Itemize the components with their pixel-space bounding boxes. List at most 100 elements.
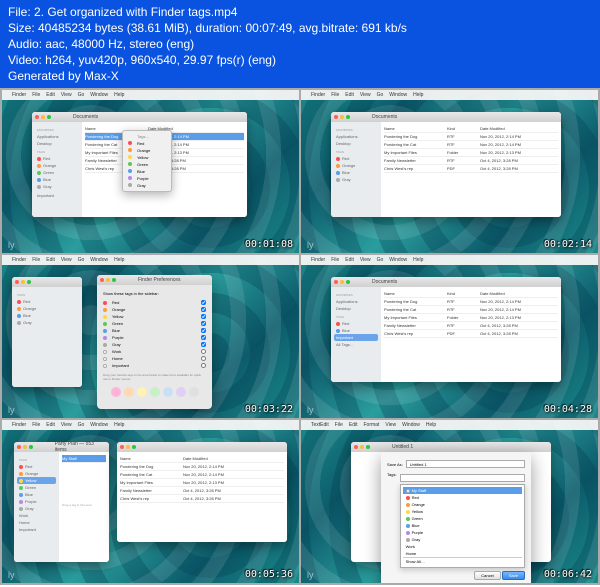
favorite-tags-well[interactable] [103,387,206,397]
zoom-icon[interactable] [346,115,350,119]
tag-icon[interactable] [111,387,121,397]
tag-checkbox-row[interactable]: Green [103,320,206,327]
minimize-icon[interactable] [340,280,344,284]
checkbox[interactable] [201,342,206,347]
close-icon[interactable] [354,445,358,449]
checkbox[interactable] [201,300,206,305]
minimize-icon[interactable] [126,445,130,449]
close-icon[interactable] [15,280,19,284]
checkbox[interactable] [201,335,206,340]
file-row[interactable]: My Staff [62,455,106,463]
close-icon[interactable] [35,115,39,119]
tag-icon[interactable] [176,387,186,397]
file-list[interactable]: NameDate Modified Pondering the DogNov 2… [117,452,287,542]
column-headers[interactable]: NameDate Modified [120,455,284,463]
file-row[interactable]: My Important FilesNov 20, 2012, 2:13 PM [120,479,284,487]
zoom-icon[interactable] [29,445,33,449]
tag-context-menu[interactable]: Tags… Red Orange Yellow Green Blue Purpl… [122,130,172,192]
tag-checkbox-row[interactable]: Gray [103,341,206,348]
file-row[interactable]: Chris West's repOct 4, 2012, 3:28 PM [120,495,284,503]
file-row[interactable]: Pondering the DogNov 20, 2012, 2:14 PM [120,463,284,471]
zoom-icon[interactable] [27,280,31,284]
file-row[interactable]: Chris West's repPDFOct 4, 2012, 3:28 PM [384,165,558,173]
tag-icon[interactable] [189,387,199,397]
tag-option[interactable]: Orange [403,501,522,508]
minimize-icon[interactable] [23,445,27,449]
tag-checkbox-row[interactable]: Important [103,362,206,369]
file-row[interactable]: Pondering the CatNov 20, 2012, 2:14 PM [120,471,284,479]
save-dialog[interactable]: Save As: Untitled 1 Tags: My Staff Red O… [381,452,531,583]
column-headers[interactable]: NameKindDate Modified [384,290,558,298]
checkbox[interactable] [201,363,206,368]
zoom-icon[interactable] [346,280,350,284]
zoom-icon[interactable] [47,115,51,119]
finder-window-tags[interactable]: Party Plan — 553 items TAGS Red Orange Y… [14,442,109,562]
finder-sidebar[interactable]: TAGS Red Orange Blue Gray [12,287,82,387]
file-list[interactable]: My Staff Drag a tag to this area [59,452,109,562]
minimize-icon[interactable] [340,115,344,119]
tag-option[interactable]: Purple [403,529,522,536]
minimize-icon[interactable] [360,445,364,449]
tag-icon[interactable] [150,387,160,397]
tag-option[interactable]: Gray [403,536,522,543]
tag-icon[interactable] [163,387,173,397]
tag-option[interactable]: Yellow [403,508,522,515]
window-titlebar[interactable]: Documents [32,112,247,122]
finder-sidebar[interactable]: TAGS Red Orange Yellow Green Blue Purple… [14,452,59,562]
minimize-icon[interactable] [21,280,25,284]
zoom-icon[interactable] [112,278,116,282]
tags-input[interactable] [400,474,525,482]
file-row[interactable]: Pondering the DogRTFNov 20, 2012, 2:14 P… [384,298,558,306]
minimize-icon[interactable] [106,278,110,282]
file-row[interactable]: My Important FilesFolderNov 20, 2012, 2:… [384,149,558,157]
finder-window[interactable]: NameDate Modified Pondering the DogNov 2… [117,442,287,542]
tag-option[interactable]: Home [403,550,522,557]
tag-checkbox-row[interactable]: Yellow [103,313,206,320]
file-row[interactable]: Family NewsletterOct 4, 2012, 3:28 PM [120,487,284,495]
sidebar-item-selected[interactable]: Important [334,334,378,341]
column-headers[interactable]: NameKindDate Modified [384,125,558,133]
tag-checkbox-row[interactable]: Home [103,355,206,362]
tag-checkbox-row[interactable]: Purple [103,334,206,341]
file-row[interactable]: Family NewsletterRTFOct 4, 2012, 3:28 PM [384,322,558,330]
filename-input[interactable]: Untitled 1 [406,460,525,468]
tag-checkbox-row[interactable]: Red [103,299,206,306]
tag-checkbox-row[interactable]: Blue [103,327,206,334]
file-list[interactable]: NameKindDate Modified Pondering the DogR… [381,122,561,217]
save-button[interactable]: Save [502,571,525,580]
close-icon[interactable] [17,445,21,449]
tag-option[interactable]: Show All… [403,557,522,565]
finder-sidebar[interactable]: FAVORITES Applications Desktop TAGS Red … [32,122,82,217]
checkbox[interactable] [201,314,206,319]
finder-window[interactable]: Documents FAVORITES Applications Desktop… [331,112,561,217]
tag-option[interactable]: Blue [403,522,522,529]
minimize-icon[interactable] [41,115,45,119]
zoom-icon[interactable] [132,445,136,449]
file-row[interactable]: Pondering the DogRTFNov 20, 2012, 2:14 P… [384,133,558,141]
checkbox[interactable] [201,321,206,326]
file-row[interactable]: My Important FilesFolderNov 20, 2012, 2:… [384,314,558,322]
close-icon[interactable] [334,280,338,284]
tag-option[interactable]: Work [403,543,522,550]
cancel-button[interactable]: Cancel [474,571,500,580]
file-list[interactable]: NameKindDate Modified Pondering the DogR… [381,287,561,382]
zoom-icon[interactable] [366,445,370,449]
sidebar-item-selected[interactable]: Yellow [17,477,56,484]
file-row[interactable]: Pondering the CatRTFNov 20, 2012, 2:14 P… [384,306,558,314]
file-row[interactable]: Family NewsletterRTFOct 4, 2012, 3:28 PM [384,157,558,165]
checkbox[interactable] [201,349,206,354]
finder-sidebar[interactable]: FAVORITES Applications Desktop TAGS Red … [331,287,381,382]
tags-dropdown[interactable]: My Staff Red Orange Yellow Green Blue Pu… [400,484,525,568]
tag-icon[interactable] [124,387,134,397]
window-titlebar[interactable]: Documents [331,112,561,122]
tag-option[interactable]: Green [403,515,522,522]
file-row[interactable]: Chris West's repPDFOct 4, 2012, 3:28 PM [384,330,558,338]
checkbox[interactable] [201,328,206,333]
checkbox[interactable] [201,307,206,312]
close-icon[interactable] [120,445,124,449]
window-titlebar[interactable]: Finder Preferences [97,275,212,285]
tag-option[interactable]: Red [403,494,522,501]
close-icon[interactable] [100,278,104,282]
finder-preferences[interactable]: Finder Preferences Show these tags in th… [97,275,212,409]
finder-window[interactable]: TAGS Red Orange Blue Gray [12,277,82,387]
